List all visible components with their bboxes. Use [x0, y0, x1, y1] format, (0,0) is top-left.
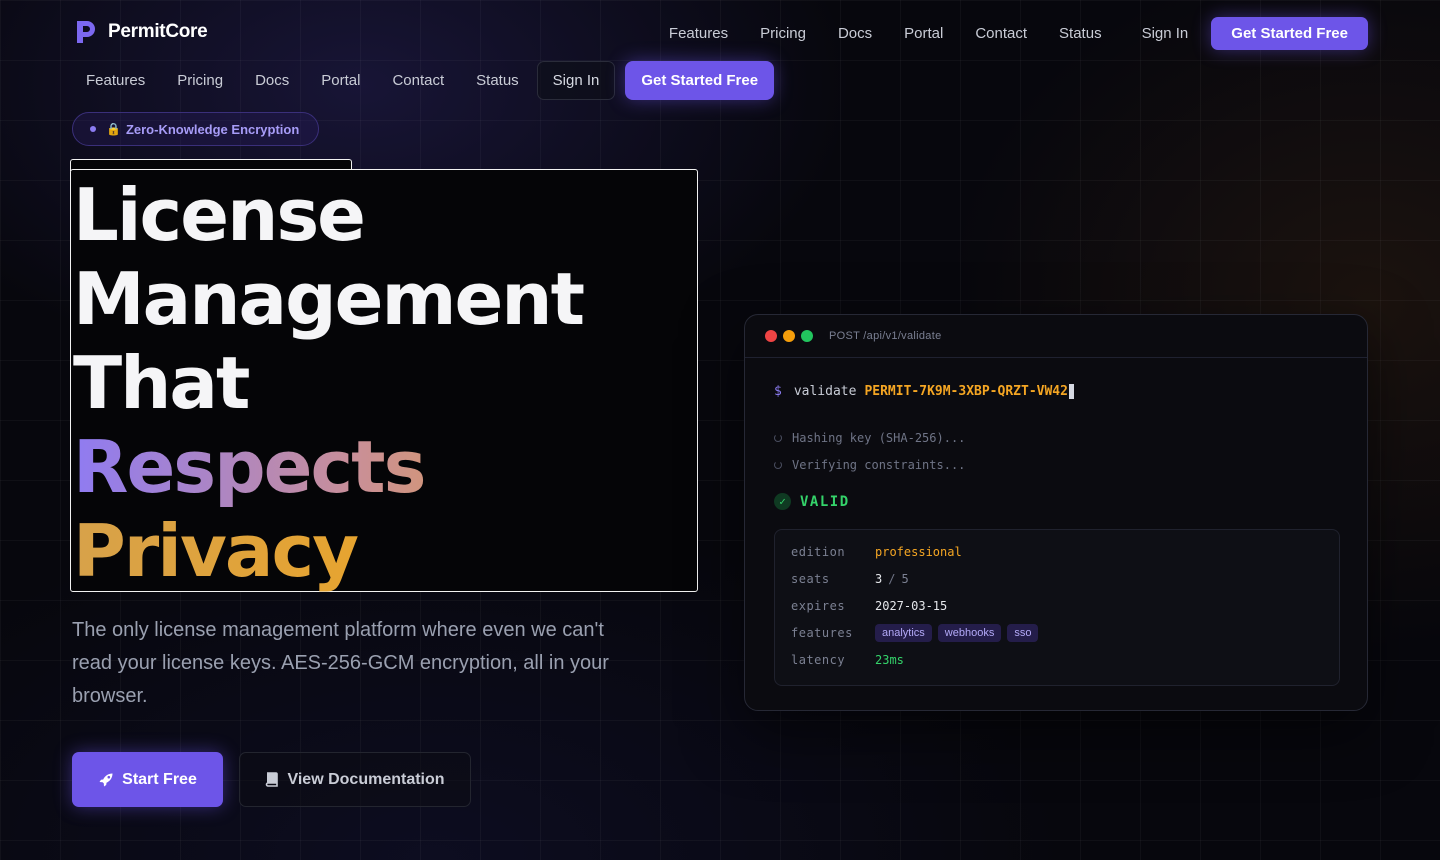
terminal-header: POST /api/v1/validate [745, 315, 1367, 358]
spinner-icon [774, 434, 782, 442]
validation-terminal: POST /api/v1/validate $ validate PERMIT-… [744, 314, 1368, 711]
detail-key: expires [791, 599, 846, 613]
terminal-title: POST /api/v1/validate [829, 330, 942, 342]
detail-key: edition [791, 545, 846, 559]
hero-description: The only license management platform whe… [72, 619, 609, 707]
terminal-cursor [1068, 384, 1074, 399]
detail-row-seats: seats 3 / 5 [791, 572, 909, 586]
sub-nav-link-features[interactable]: Features [86, 72, 145, 89]
view-documentation-label: View Documentation [287, 770, 445, 788]
headline-line-4: Respects [73, 425, 583, 509]
seats-separator: / [888, 572, 896, 586]
view-documentation-button[interactable]: View Documentation [239, 752, 471, 807]
start-free-label: Start Free [122, 770, 197, 788]
top-nav-links: Features Pricing Docs Portal Contact Sta… [669, 17, 1368, 50]
status-text: VALID [800, 493, 850, 510]
get-started-button[interactable]: Get Started Free [1211, 17, 1368, 50]
seats-total: 5 [901, 572, 909, 586]
detail-row-edition: edition professional [791, 545, 962, 559]
terminal-prompt: $ [774, 384, 782, 399]
headline-line-3: That [73, 341, 250, 425]
expires-value: 2027-03-15 [875, 599, 948, 613]
badge-text: Zero-Knowledge Encryption [125, 121, 300, 137]
hero-headline-container: License Management That Respects Privacy [70, 159, 698, 593]
window-close-dot [765, 330, 777, 342]
license-key: PERMIT-7K9M-3XBP-QRZT-VW42 [864, 384, 1068, 399]
nav-link-status[interactable]: Status [1059, 25, 1102, 42]
detail-row-features: features analytics webhooks sso [791, 624, 1044, 642]
step-text: Hashing key (SHA-256)... [792, 431, 966, 445]
terminal-step: Hashing key (SHA-256)... [774, 431, 965, 445]
nav-link-portal[interactable]: Portal [904, 25, 943, 42]
feature-tag: sso [1007, 624, 1039, 642]
headline-line-2: Management [73, 257, 585, 341]
top-navbar: PermitCore Features Pricing Docs Portal … [0, 0, 1440, 66]
feature-tag: analytics [875, 624, 932, 642]
validation-status: ✓ VALID [774, 493, 850, 510]
check-icon: ✓ [774, 493, 791, 510]
latency-value: 23ms [875, 653, 904, 667]
detail-key: seats [791, 572, 830, 586]
terminal-command: validate [793, 384, 857, 399]
hero-headline: License Management That Respects Privacy [73, 173, 585, 593]
sub-get-started-button[interactable]: Get Started Free [625, 61, 775, 100]
sub-nav-link-status[interactable]: Status [476, 72, 519, 89]
detail-key: latency [791, 653, 846, 667]
detail-key: features [791, 626, 853, 640]
secondary-nav: Features Pricing Docs Portal Contact Sta… [86, 61, 775, 100]
edition-value: professional [875, 545, 962, 559]
sub-sign-in-button[interactable]: Sign In [536, 61, 616, 100]
spinner-icon [774, 461, 782, 469]
encryption-badge: 🔒 Zero-Knowledge Encryption [72, 112, 319, 146]
nav-link-docs[interactable]: Docs [838, 25, 872, 42]
headline-line-5: Privacy [73, 509, 583, 593]
terminal-step: Verifying constraints... [774, 458, 965, 472]
brand-name: PermitCore [108, 21, 208, 42]
window-maximize-dot [801, 330, 813, 342]
rocket-icon [99, 773, 113, 786]
sub-nav-link-pricing[interactable]: Pricing [177, 72, 223, 89]
detail-row-latency: latency 23ms [791, 653, 904, 667]
nav-link-contact[interactable]: Contact [975, 25, 1027, 42]
terminal-command-line: $ validate PERMIT-7K9M-3XBP-QRZT-VW42 [774, 384, 1074, 399]
nav-link-pricing[interactable]: Pricing [760, 25, 806, 42]
detail-row-expires: expires 2027-03-15 [791, 599, 947, 613]
badge-dot [90, 126, 96, 132]
headline-line-1: License [73, 173, 366, 257]
sign-in-link[interactable]: Sign In [1142, 25, 1189, 42]
nav-link-features[interactable]: Features [669, 25, 728, 42]
feature-tag: webhooks [937, 624, 1002, 642]
license-details: edition professional seats 3 / 5 expires… [774, 529, 1340, 686]
sub-nav-link-portal[interactable]: Portal [321, 72, 360, 89]
seats-used: 3 [875, 572, 883, 586]
step-text: Verifying constraints... [792, 458, 966, 472]
book-icon [266, 771, 279, 787]
sub-nav-link-docs[interactable]: Docs [255, 72, 289, 89]
sub-nav-link-contact[interactable]: Contact [392, 72, 444, 89]
permitcore-p-logo [77, 21, 95, 43]
window-minimize-dot [783, 330, 795, 342]
start-free-button[interactable]: Start Free [72, 752, 223, 807]
lock-icon: 🔒 [106, 122, 121, 136]
brand-logo[interactable]: PermitCore [74, 19, 208, 45]
